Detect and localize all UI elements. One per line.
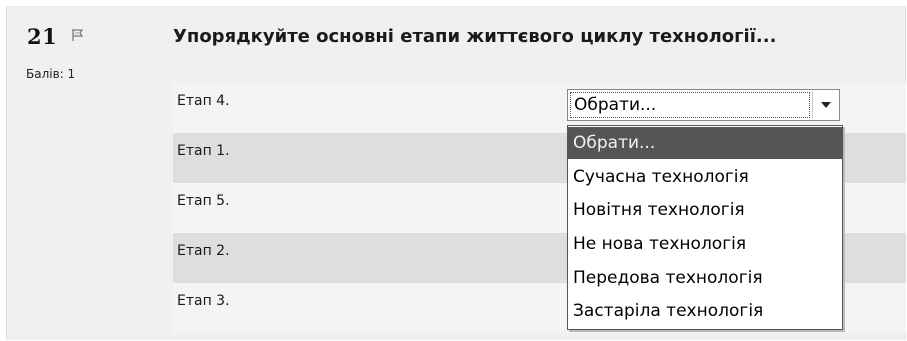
row-label: Етап 4. — [177, 93, 230, 109]
stage-select[interactable]: Обрати... — [567, 89, 840, 121]
select-divider — [812, 91, 813, 119]
select-option[interactable]: Сучасна технологія — [568, 161, 842, 193]
select-option[interactable]: Застаріла технологія — [568, 295, 842, 327]
row-label: Етап 2. — [177, 243, 230, 259]
row-label: Етап 3. — [177, 293, 230, 309]
row-label: Етап 5. — [177, 193, 230, 209]
question-number: 21 — [27, 24, 58, 49]
chevron-down-icon[interactable] — [820, 101, 832, 109]
score-label: Балів: 1 — [26, 67, 76, 81]
select-option[interactable]: Новітня технологія — [568, 194, 842, 226]
select-option[interactable]: Передова технологія — [568, 262, 842, 294]
select-option[interactable]: Обрати... — [568, 127, 842, 159]
select-value: Обрати... — [570, 92, 810, 118]
select-option[interactable]: Не нова технологія — [568, 228, 842, 260]
flag-icon[interactable] — [70, 27, 86, 43]
select-dropdown-list: Обрати... Сучасна технологія Новітня тех… — [567, 125, 843, 330]
row-label: Етап 1. — [177, 143, 230, 159]
question-text: Упорядкуйте основні етапи життєвого цикл… — [173, 26, 777, 47]
